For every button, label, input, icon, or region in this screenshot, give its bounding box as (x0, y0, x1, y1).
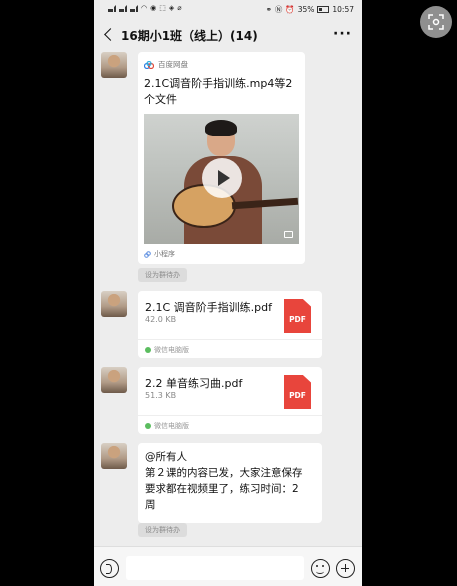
footer-label: 微信电脑版 (154, 422, 189, 430)
more-icon[interactable]: ··· (333, 26, 352, 42)
signal-icon (108, 4, 116, 12)
plus-icon[interactable] (336, 559, 355, 578)
battery-icon (317, 6, 330, 13)
signal-icon (119, 4, 127, 12)
avatar[interactable] (101, 443, 127, 469)
file-card[interactable]: 2.2 单音练习曲.pdf 51.3 KB PDF 微信电脑版 (138, 367, 322, 434)
notification-icon: ◉ (150, 4, 157, 12)
avatar[interactable] (101, 52, 127, 78)
chat-header: 16期小1班（线上）(14) ··· (94, 18, 362, 52)
mini-program-source: 百度网盘 (144, 59, 188, 70)
set-group-todo-badge[interactable]: 设为群待办 (138, 268, 187, 282)
mini-program-card[interactable]: 百度网盘 2.1C调音阶手指训练.mp4等2个文件 小程序 (138, 52, 305, 264)
pdf-icon: PDF (284, 299, 311, 333)
notification-icon: ◈ (168, 4, 175, 12)
file-name: 2.1C 调音阶手指训练.pdf (145, 301, 273, 314)
notification-icon: ⌀ (177, 4, 182, 12)
file-size: 42.0 KB (145, 315, 177, 324)
link-icon (144, 250, 151, 258)
pc-icon (145, 347, 151, 353)
text-bubble[interactable]: @所有人 第２课的内容已发，大家注意保存 要求都在视频里了，练习时间：2 周 (138, 443, 322, 523)
divider (138, 339, 322, 340)
alarm-icon: ⏰ (285, 5, 295, 14)
mention-all: @所有人 (145, 451, 187, 463)
baidu-cloud-icon (144, 60, 154, 69)
play-icon[interactable] (202, 158, 242, 198)
file-footer: 微信电脑版 (145, 421, 189, 431)
vibrate-icon: ⚭ (265, 5, 272, 14)
file-name: 2.2 单音练习曲.pdf (145, 377, 243, 390)
mini-program-title: 2.1C调音阶手指训练.mp4等2个文件 (144, 77, 293, 106)
expand-icon (284, 231, 293, 238)
thumbnail-figure-hair (205, 120, 237, 136)
nfc-icon: Ⓝ (274, 5, 283, 14)
pc-icon (145, 423, 151, 429)
clock: 10:57 (332, 5, 354, 14)
scan-icon[interactable] (420, 6, 452, 38)
video-thumbnail[interactable] (144, 114, 299, 244)
battery-percent: 35% (297, 5, 315, 14)
file-footer: 微信电脑版 (145, 345, 189, 355)
notification-icon: ⬚ (159, 4, 166, 12)
file-card[interactable]: 2.1C 调音阶手指训练.pdf 42.0 KB PDF 微信电脑版 (138, 291, 322, 358)
status-right-icons: ⚭ Ⓝ ⏰ 35% 10:57 (266, 4, 354, 15)
status-bar: ◠ ◉ ⬚ ◈ ⌀ ⚭ Ⓝ ⏰ 35% 10:57 (94, 0, 362, 18)
source-label: 百度网盘 (158, 60, 188, 69)
chat-title: 16期小1班（线上）(14) (121, 29, 258, 43)
pdf-icon: PDF (284, 375, 311, 409)
footer-label: 小程序 (154, 250, 175, 258)
voice-icon[interactable] (100, 559, 119, 578)
back-icon[interactable] (102, 27, 116, 43)
file-size: 51.3 KB (145, 391, 177, 400)
message-text-line: 要求都在视频里了，练习时间：2 (145, 483, 299, 495)
wifi-icon: ◠ (141, 4, 148, 12)
pdf-icon-label: PDF (289, 315, 306, 324)
status-left-icons: ◠ ◉ ⬚ ◈ ⌀ (108, 4, 181, 12)
phone-screen: ◠ ◉ ⬚ ◈ ⌀ ⚭ Ⓝ ⏰ 35% 10:57 16期小1班（线上）(14)… (94, 0, 362, 586)
message-text-line: 周 (145, 499, 156, 511)
input-bar (94, 546, 362, 586)
set-group-todo-badge[interactable]: 设为群待办 (138, 523, 187, 537)
emoji-icon[interactable] (311, 559, 330, 578)
mini-program-footer: 小程序 (144, 249, 175, 259)
message-text-line: 第２课的内容已发，大家注意保存 (145, 467, 303, 479)
avatar[interactable] (101, 291, 127, 317)
avatar[interactable] (101, 367, 127, 393)
screen: ◠ ◉ ⬚ ◈ ⌀ ⚭ Ⓝ ⏰ 35% 10:57 16期小1班（线上）(14)… (0, 0, 457, 586)
message-input[interactable] (126, 556, 304, 580)
pdf-icon-label: PDF (289, 391, 306, 400)
footer-label: 微信电脑版 (154, 346, 189, 354)
divider (138, 415, 322, 416)
signal-icon (130, 4, 138, 12)
